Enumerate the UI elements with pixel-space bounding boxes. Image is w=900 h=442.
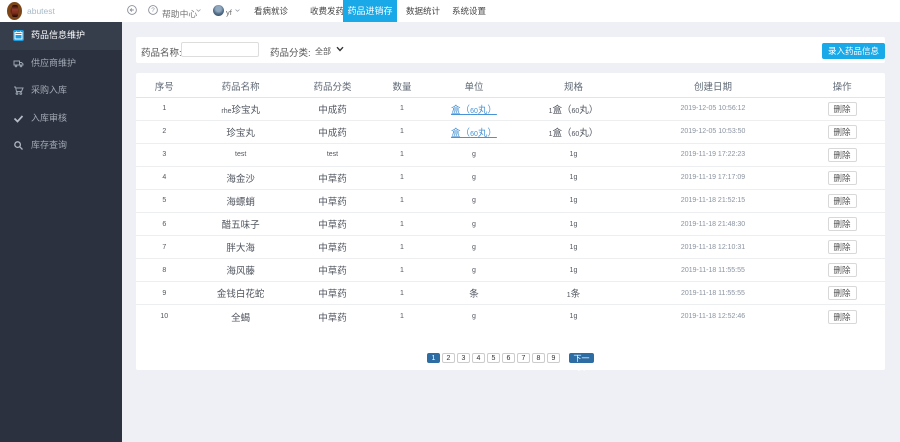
svg-text:?: ?	[151, 7, 155, 14]
